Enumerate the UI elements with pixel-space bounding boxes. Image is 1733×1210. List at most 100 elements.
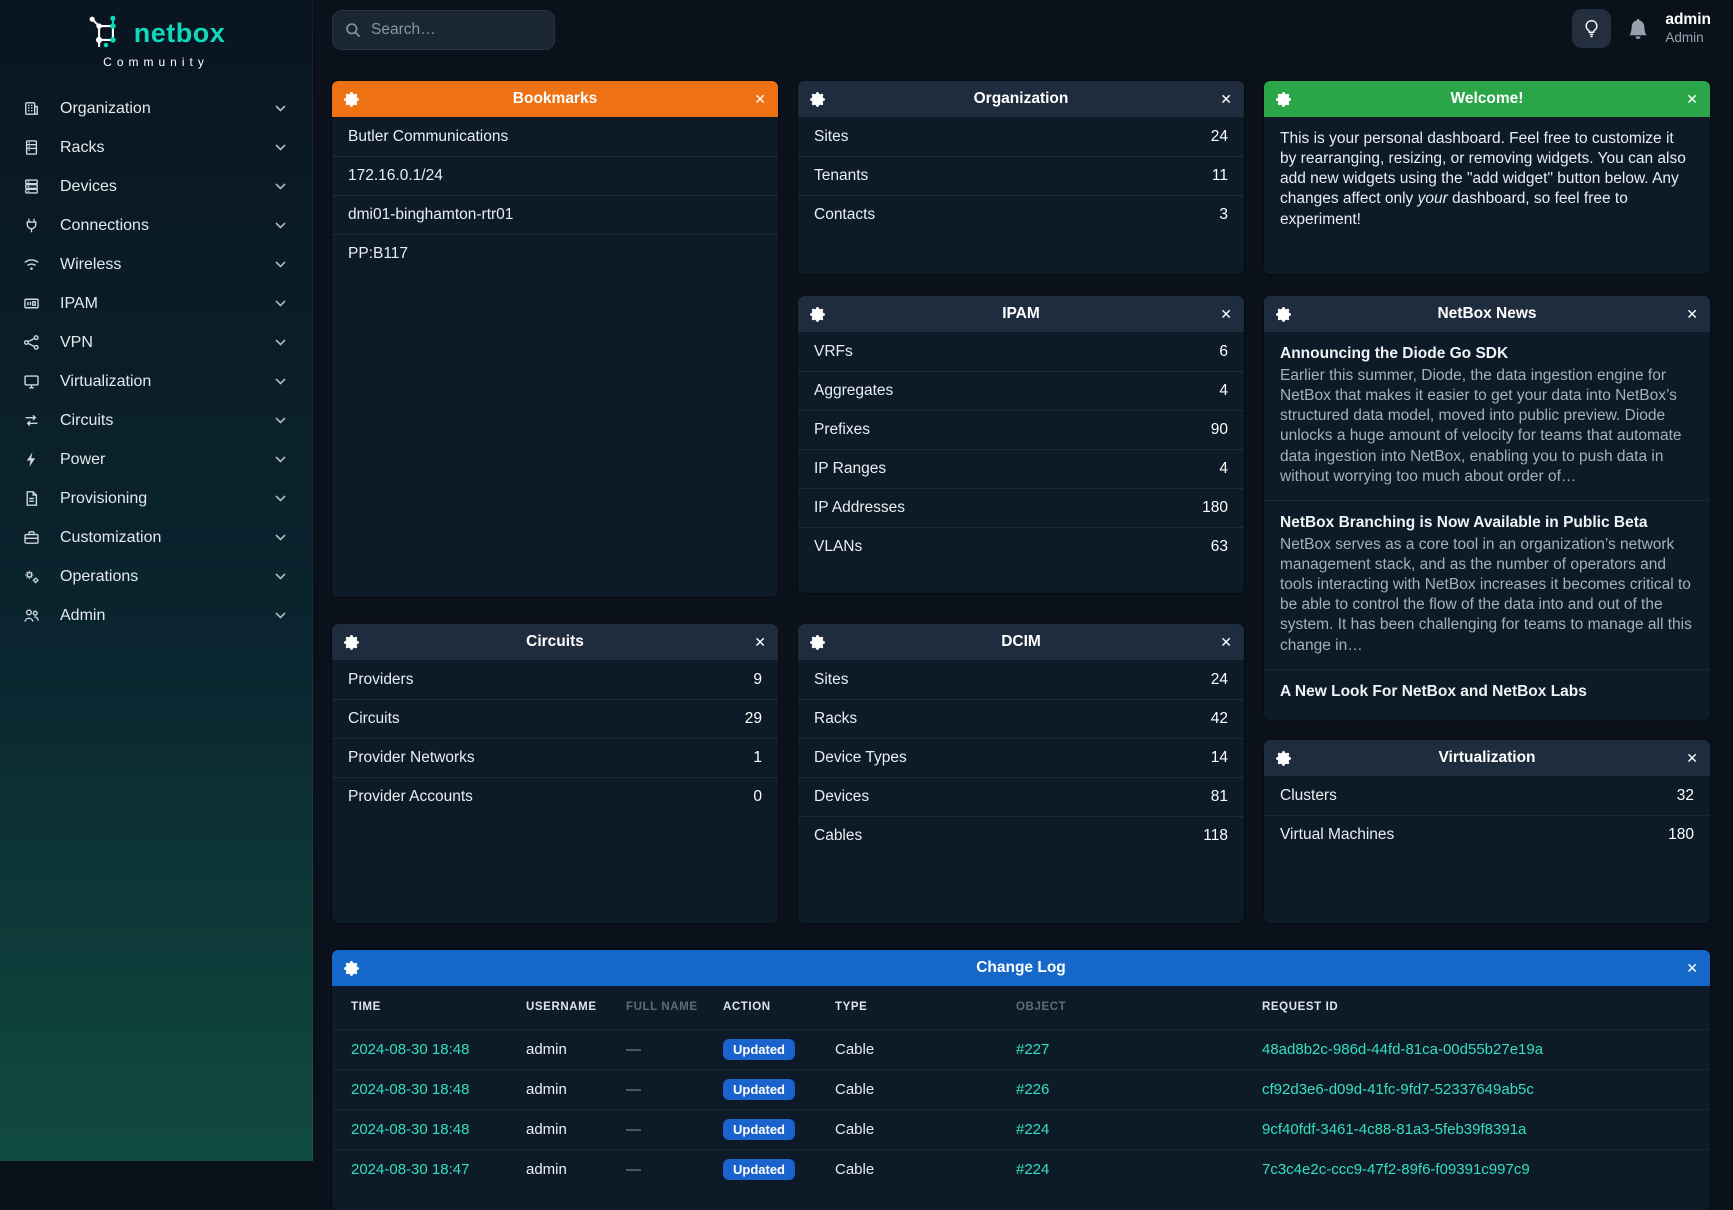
welcome-widget-header[interactable]: Welcome! ✕ xyxy=(1264,81,1710,117)
close-icon[interactable]: ✕ xyxy=(1206,91,1232,108)
col-username[interactable]: USERNAME xyxy=(518,986,618,1029)
news-headline[interactable]: Announcing the Diode Go SDK xyxy=(1280,345,1694,363)
news-headline[interactable]: A New Look For NetBox and NetBox Labs xyxy=(1280,683,1694,701)
changelog-object-link[interactable]: #227 xyxy=(1008,1029,1254,1069)
stat-row[interactable]: Virtual Machines180 xyxy=(1264,815,1710,854)
changelog-request-id-link[interactable]: cf92d3e6-d09d-41fc-9fd7-52337649ab5c xyxy=(1254,1069,1710,1109)
user-role: Admin xyxy=(1665,30,1711,46)
stat-row[interactable]: Device Types14 xyxy=(798,738,1244,777)
stat-row[interactable]: VRFs6 xyxy=(798,332,1244,371)
search-box[interactable] xyxy=(332,10,555,50)
ipam-widget-header[interactable]: IPAM ✕ xyxy=(798,296,1244,332)
theme-toggle-button[interactable] xyxy=(1572,9,1611,48)
virtualization-widget-header[interactable]: Virtualization ✕ xyxy=(1264,740,1710,776)
stat-row[interactable]: Providers9 xyxy=(332,660,778,699)
gear-icon[interactable] xyxy=(1276,751,1302,766)
sidebar-nav-item[interactable]: IPAM xyxy=(0,284,312,323)
col-type[interactable]: TYPE xyxy=(827,986,1008,1029)
changelog-request-id-link[interactable]: 9cf40fdf-3461-4c88-81a3-5feb39f8391a xyxy=(1254,1109,1710,1149)
stat-row[interactable]: Racks42 xyxy=(798,699,1244,738)
stat-row[interactable]: Tenants11 xyxy=(798,156,1244,195)
gear-icon[interactable] xyxy=(344,961,370,976)
changelog-widget-header[interactable]: Change Log ✕ xyxy=(332,950,1710,986)
gear-icon[interactable] xyxy=(810,635,836,650)
stat-row[interactable]: VLANs63 xyxy=(798,527,1244,566)
dcim-widget-header[interactable]: DCIM ✕ xyxy=(798,624,1244,660)
col-request-id[interactable]: REQUEST ID xyxy=(1254,986,1710,1029)
bookmark-item[interactable]: PP:B117 xyxy=(332,234,778,273)
circuits-widget-header[interactable]: Circuits ✕ xyxy=(332,624,778,660)
sidebar-nav-item[interactable]: Admin xyxy=(0,596,312,635)
news-headline[interactable]: NetBox Branching is Now Available in Pub… xyxy=(1280,514,1694,532)
changelog-time-link[interactable]: 2024-08-30 18:48 xyxy=(332,1069,518,1109)
organization-widget-header[interactable]: Organization ✕ xyxy=(798,81,1244,117)
stat-row[interactable]: Devices81 xyxy=(798,777,1244,816)
col-action[interactable]: ACTION xyxy=(715,986,827,1029)
sidebar-nav-item[interactable]: Provisioning xyxy=(0,479,312,518)
sidebar-nav-item[interactable]: Customization xyxy=(0,518,312,557)
stat-row[interactable]: Contacts3 xyxy=(798,195,1244,234)
toolbox-icon xyxy=(23,529,42,546)
gear-icon[interactable] xyxy=(1276,92,1302,107)
bookmarks-widget-header[interactable]: Bookmarks ✕ xyxy=(332,81,778,117)
bookmark-item[interactable]: Butler Communications xyxy=(332,117,778,156)
close-icon[interactable]: ✕ xyxy=(1672,750,1698,767)
changelog-time-link[interactable]: 2024-08-30 18:48 xyxy=(332,1029,518,1069)
ipam-stats: VRFs6 Aggregates4 Prefixes90 IP Ranges4 … xyxy=(798,332,1244,566)
sidebar-nav-item[interactable]: Devices xyxy=(0,167,312,206)
sidebar-nav-item[interactable]: Connections xyxy=(0,206,312,245)
close-icon[interactable]: ✕ xyxy=(1206,306,1232,323)
changelog-request-id-link[interactable]: 7c3c4e2c-ccc9-47f2-89f6-f09391c997c9 xyxy=(1254,1149,1710,1189)
gear-icon[interactable] xyxy=(810,307,836,322)
close-icon[interactable]: ✕ xyxy=(1206,634,1232,651)
col-full-name[interactable]: FULL NAME xyxy=(618,986,715,1029)
changelog-object-link[interactable]: #226 xyxy=(1008,1069,1254,1109)
stat-row[interactable]: Circuits29 xyxy=(332,699,778,738)
stat-row[interactable]: Aggregates4 xyxy=(798,371,1244,410)
changelog-object-link[interactable]: #224 xyxy=(1008,1149,1254,1189)
stat-row[interactable]: IP Ranges4 xyxy=(798,449,1244,488)
sidebar-nav-item[interactable]: Operations xyxy=(0,557,312,596)
sidebar-nav-item[interactable]: Racks xyxy=(0,128,312,167)
bookmark-item[interactable]: dmi01-binghamton-rtr01 xyxy=(332,195,778,234)
stat-row[interactable]: Sites24 xyxy=(798,660,1244,699)
user-menu[interactable]: admin Admin xyxy=(1665,11,1711,46)
stat-row[interactable]: IP Addresses180 xyxy=(798,488,1244,527)
sidebar-nav-item[interactable]: Wireless xyxy=(0,245,312,284)
chevron-down-icon xyxy=(275,300,286,307)
news-widget-header[interactable]: NetBox News ✕ xyxy=(1264,296,1710,332)
close-icon[interactable]: ✕ xyxy=(740,91,766,108)
sidebar-nav-item[interactable]: Organization xyxy=(0,89,312,128)
bookmark-item[interactable]: 172.16.0.1/24 xyxy=(332,156,778,195)
col-time[interactable]: TIME xyxy=(332,986,518,1029)
gear-icon[interactable] xyxy=(1276,307,1302,322)
changelog-object-link[interactable]: #224 xyxy=(1008,1109,1254,1149)
sidebar-nav-item[interactable]: VPN xyxy=(0,323,312,362)
gear-icon[interactable] xyxy=(344,635,370,650)
netbox-logo[interactable]: netbox Community xyxy=(0,0,312,69)
stat-row[interactable]: Provider Networks1 xyxy=(332,738,778,777)
changelog-widget: Change Log ✕ TIME USERNAME FULL NAME ACT… xyxy=(332,950,1710,1210)
stat-row[interactable]: Sites24 xyxy=(798,117,1244,156)
changelog-request-id-link[interactable]: 48ad8b2c-986d-44fd-81ca-00d55b27e19a xyxy=(1254,1029,1710,1069)
close-icon[interactable]: ✕ xyxy=(1672,91,1698,108)
close-icon[interactable]: ✕ xyxy=(1672,960,1698,977)
col-object[interactable]: OBJECT xyxy=(1008,986,1254,1029)
changelog-type: Cable xyxy=(827,1109,1008,1149)
gear-icon[interactable] xyxy=(344,92,370,107)
close-icon[interactable]: ✕ xyxy=(740,634,766,651)
notifications-button[interactable] xyxy=(1628,19,1648,39)
stat-row[interactable]: Provider Accounts0 xyxy=(332,777,778,816)
search-input[interactable] xyxy=(371,21,571,39)
stat-row[interactable]: Prefixes90 xyxy=(798,410,1244,449)
changelog-time-link[interactable]: 2024-08-30 18:48 xyxy=(332,1109,518,1149)
sidebar-nav-item[interactable]: Virtualization xyxy=(0,362,312,401)
sidebar-nav-item[interactable]: Circuits xyxy=(0,401,312,440)
changelog-time-link[interactable]: 2024-08-30 18:47 xyxy=(332,1149,518,1189)
stat-row[interactable]: Cables118 xyxy=(798,816,1244,855)
stat-row[interactable]: Clusters32 xyxy=(1264,776,1710,815)
sidebar-nav-item[interactable]: Power xyxy=(0,440,312,479)
close-icon[interactable]: ✕ xyxy=(1672,306,1698,323)
gear-icon[interactable] xyxy=(810,92,836,107)
changelog-type: Cable xyxy=(827,1029,1008,1069)
